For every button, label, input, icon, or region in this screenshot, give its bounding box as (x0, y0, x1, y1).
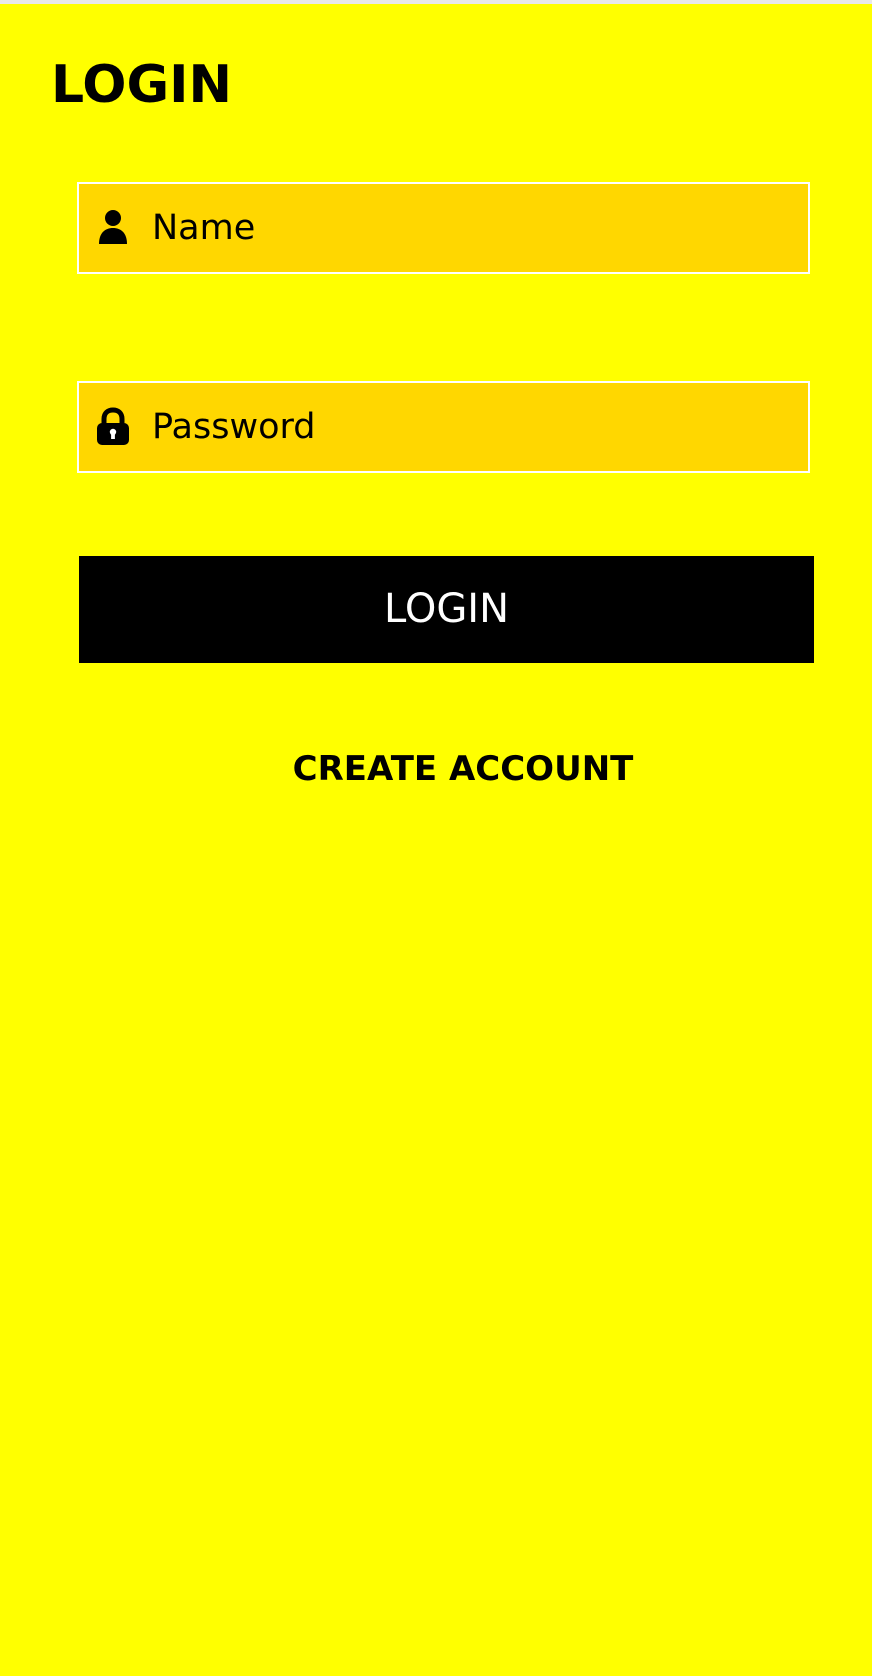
name-input[interactable] (152, 185, 752, 271)
status-strip (0, 0, 872, 4)
page-title: LOGIN (51, 55, 233, 115)
lock-icon (93, 407, 133, 447)
name-field[interactable] (77, 182, 810, 274)
create-account-container: CREATE ACCOUNT (293, 744, 634, 794)
create-account-link[interactable]: CREATE ACCOUNT (293, 744, 634, 794)
login-button[interactable]: LOGIN (79, 556, 814, 663)
password-input[interactable] (152, 384, 752, 470)
user-icon (93, 208, 133, 248)
password-field[interactable] (77, 381, 810, 473)
